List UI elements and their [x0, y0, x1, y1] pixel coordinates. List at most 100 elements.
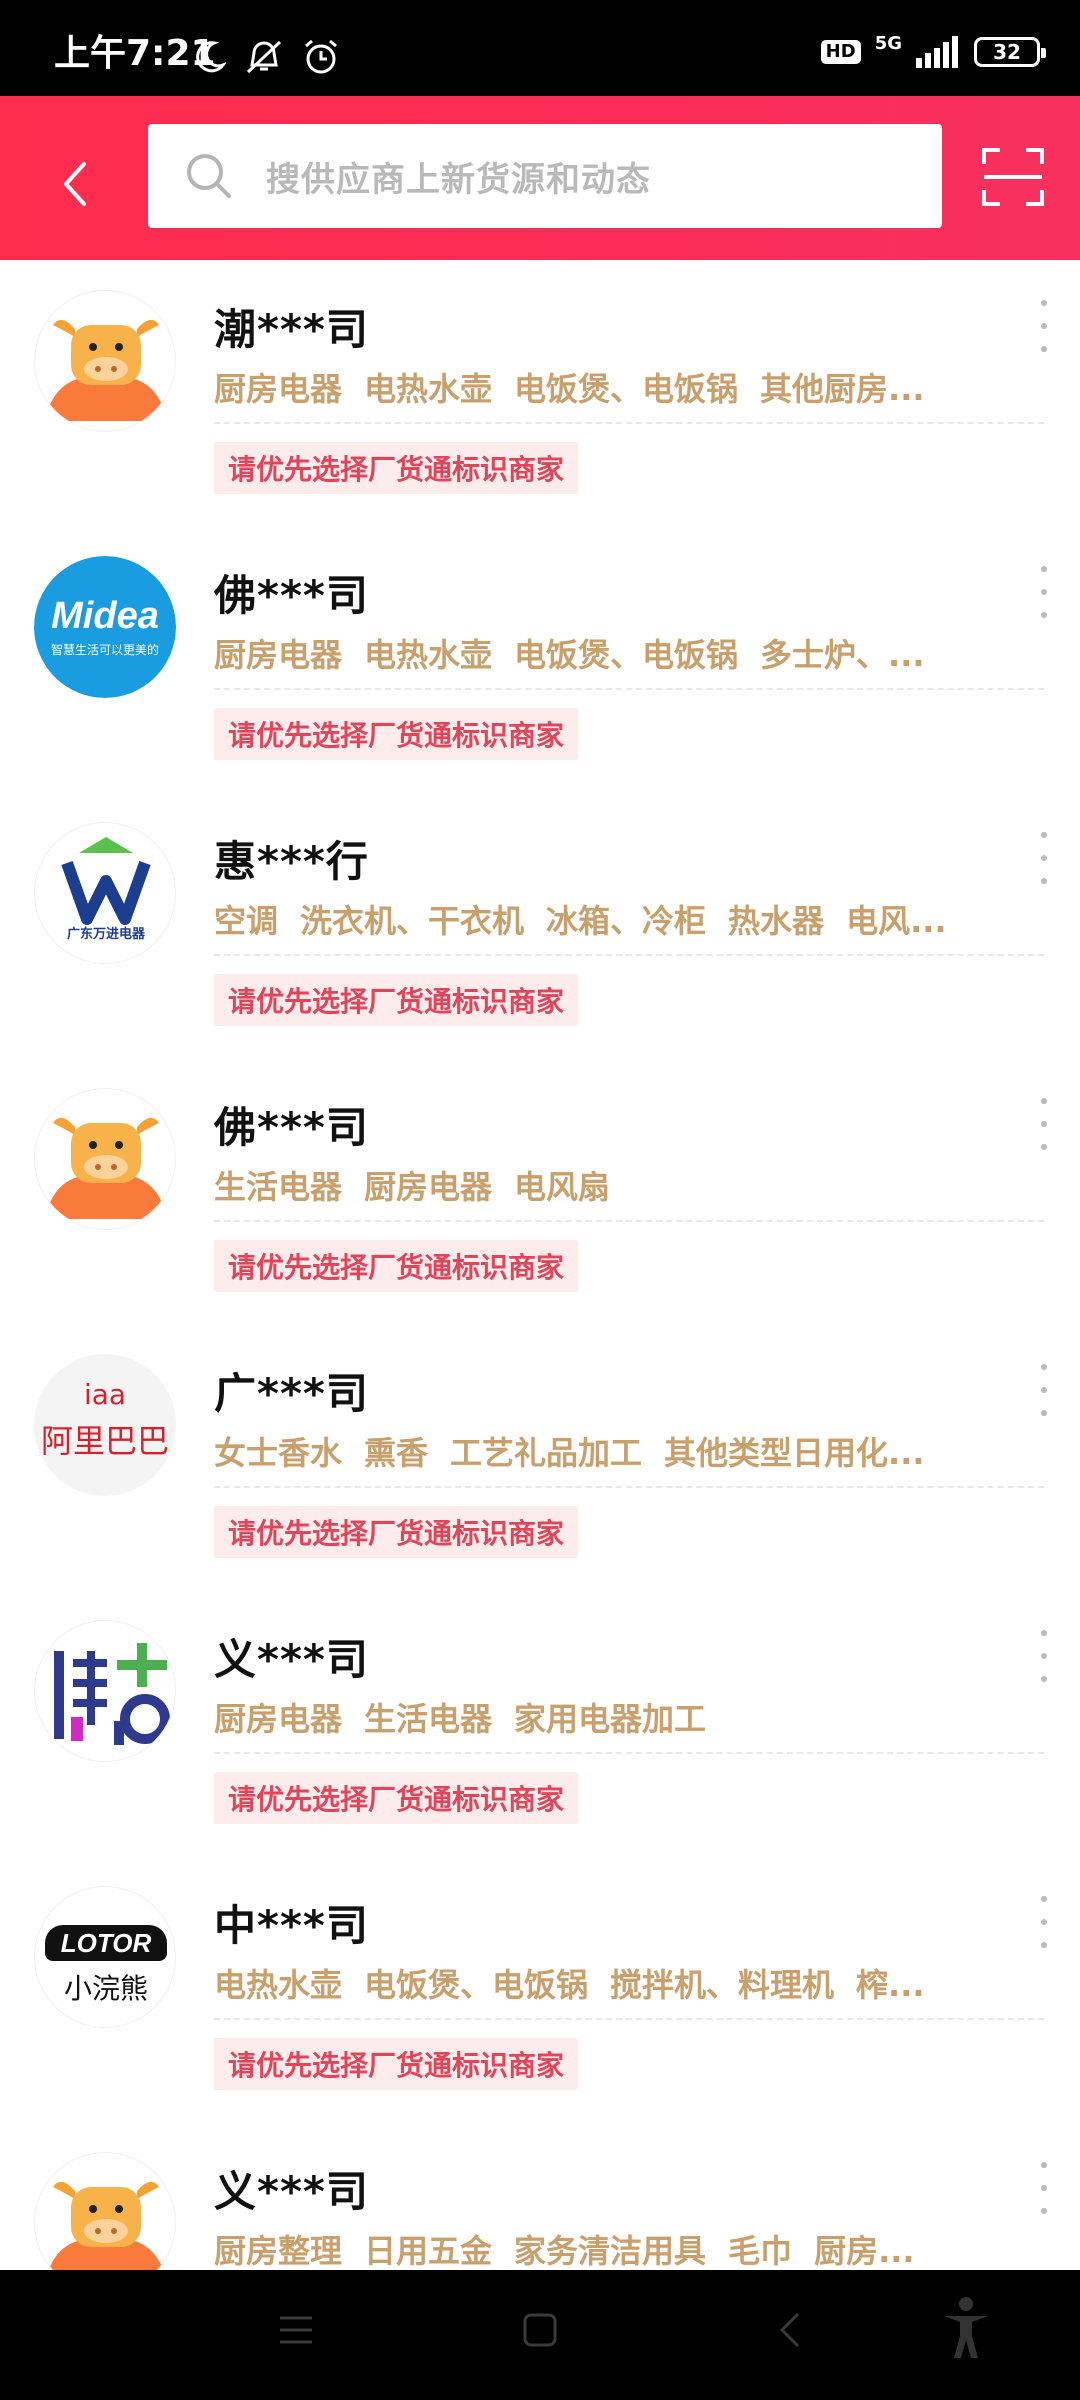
category-tag: 其他厨房...	[760, 370, 925, 408]
midea-slogan: 智慧生活可以更美的	[50, 642, 159, 657]
supplier-card[interactable]: 潮***司 厨房电器 电热水壶 电饭煲、电饭锅 其他厨房... 请优先选择厂货通…	[0, 260, 1080, 526]
category-tag: 榨...	[856, 1966, 925, 2004]
divider	[214, 688, 1044, 690]
avatar: 广东万进电器	[34, 822, 176, 964]
midea-logo-text: Midea	[51, 594, 159, 637]
status-bar: 上午7:21 HD 5G 32	[0, 0, 1080, 96]
recommend-tag: 请优先选择厂货通标识商家	[214, 1772, 579, 1824]
recommend-tag: 请优先选择厂货通标识商家	[214, 2038, 579, 2090]
category-tag: 电饭煲、电饭锅	[364, 1966, 589, 2004]
company-name[interactable]: 广***司	[214, 1360, 369, 1421]
cow-avatar-icon	[45, 319, 167, 421]
midea-logo: Midea 智慧生活可以更美的	[34, 556, 176, 698]
divider	[214, 954, 1044, 956]
more-icon[interactable]	[1036, 1896, 1052, 1948]
recommend-tag: 请优先选择厂货通标识商家	[214, 974, 579, 1026]
supplier-card[interactable]: 义***司 厨房电器 生活电器 家用电器加工 请优先选择厂货通标识商家	[0, 1590, 1080, 1856]
more-icon[interactable]	[1036, 1098, 1052, 1150]
category-tag: 电热水壶	[364, 370, 493, 408]
accessibility-button[interactable]	[940, 2296, 992, 2364]
category-tag: 家务清洁用具	[514, 2232, 707, 2270]
back-button[interactable]	[44, 144, 104, 224]
bogu-logo-icon	[45, 1641, 170, 1745]
lotor-logo-text: LOTOR	[60, 1927, 152, 1958]
category-list: 厨房电器 电热水壶 电饭煲、电饭锅 多士炉、...	[214, 630, 944, 676]
category-tag: 电饭煲、电饭锅	[514, 636, 739, 674]
mute-icon	[246, 40, 282, 74]
cow-avatar-icon	[45, 1117, 167, 1219]
company-name[interactable]: 佛***司	[214, 562, 369, 623]
divider	[214, 1220, 1044, 1222]
lotor-logo: LOTOR	[45, 1925, 167, 1961]
more-icon[interactable]	[1036, 1364, 1052, 1416]
status-time: 上午7:21	[54, 33, 216, 74]
back-triangle-icon	[779, 2312, 800, 2348]
avatar: iaa 阿里巴巴	[34, 1354, 176, 1496]
supplier-card[interactable]: 义***司 厨房整理 日用五金 家务清洁用具 毛巾 厨房...	[0, 2122, 1080, 2270]
category-tag: 厨房电器	[214, 370, 343, 408]
header-bar: 搜供应商上新货源和动态	[0, 96, 1080, 260]
recommend-tag: 请优先选择厂货通标识商家	[214, 1506, 579, 1558]
signal-icon	[916, 36, 958, 68]
supplier-card[interactable]: Midea 智慧生活可以更美的 佛***司 厨房电器 电热水壶 电饭煲、电饭锅 …	[0, 526, 1080, 792]
more-icon[interactable]	[1036, 1630, 1052, 1682]
company-name[interactable]: 中***司	[214, 1892, 369, 1953]
company-name[interactable]: 义***司	[214, 2158, 369, 2219]
avatar	[34, 1620, 176, 1762]
back-nav-button[interactable]	[776, 2310, 804, 2354]
chevron-left-icon	[64, 162, 86, 206]
category-list: 厨房整理 日用五金 家务清洁用具 毛巾 厨房...	[214, 2226, 944, 2270]
category-list: 生活电器 厨房电器 电风扇	[214, 1162, 944, 1208]
avatar: Midea 智慧生活可以更美的	[34, 556, 176, 698]
category-tag: 厨房电器	[214, 1700, 343, 1738]
category-tag: 生活电器	[364, 1700, 493, 1738]
category-list: 厨房电器 电热水壶 电饭煲、电饭锅 其他厨房...	[214, 364, 944, 410]
category-tag: 其他类型日用化...	[664, 1434, 925, 1472]
more-icon[interactable]	[1036, 566, 1052, 618]
category-tag: 工艺礼品加工	[450, 1434, 643, 1472]
more-icon[interactable]	[1036, 2162, 1052, 2214]
cow-avatar-icon	[48, 2181, 164, 2270]
category-tag: 厨房...	[814, 2232, 915, 2270]
divider	[214, 1486, 1044, 1488]
alarm-icon	[305, 39, 337, 74]
scan-button[interactable]	[980, 144, 1046, 210]
wanjin-logo-text: 广东万进电器	[66, 927, 145, 942]
category-tag: 生活电器	[214, 1168, 343, 1206]
status-icons-left	[194, 38, 340, 76]
more-icon[interactable]	[1036, 832, 1052, 884]
avatar: LOTOR 小浣熊	[34, 1886, 176, 2028]
company-name[interactable]: 潮***司	[214, 296, 369, 357]
company-name[interactable]: 惠***行	[214, 828, 369, 889]
hd-badge: HD	[820, 40, 861, 64]
supplier-card[interactable]: LOTOR 小浣熊 中***司 电热水壶 电饭煲、电饭锅 搅拌机、料理机 榨..…	[0, 1856, 1080, 2122]
supplier-card[interactable]: 广东万进电器 惠***行 空调 洗衣机、干衣机 冰箱、冷柜 热水器 电风... …	[0, 792, 1080, 1058]
category-tag: 厨房整理	[214, 2232, 343, 2270]
more-icon[interactable]	[1036, 300, 1052, 352]
wanjin-logo-icon	[61, 837, 151, 925]
divider	[214, 422, 1044, 424]
moon-icon	[196, 41, 226, 73]
category-tag: 洗衣机、干衣机	[300, 902, 525, 940]
search-input[interactable]: 搜供应商上新货源和动态	[148, 124, 942, 228]
company-name[interactable]: 义***司	[214, 1626, 369, 1687]
menu-icon	[280, 2316, 312, 2344]
company-name[interactable]: 佛***司	[214, 1094, 369, 1155]
menu-button[interactable]	[278, 2310, 314, 2354]
search-icon	[187, 154, 231, 198]
category-tag: 热水器	[728, 902, 825, 940]
supplier-card[interactable]: 佛***司 生活电器 厨房电器 电风扇 请优先选择厂货通标识商家	[0, 1058, 1080, 1324]
system-nav-bar	[0, 2270, 1080, 2400]
category-tag: 电风扇	[514, 1168, 611, 1206]
home-button[interactable]	[522, 2310, 558, 2354]
category-tag: 冰箱、冷柜	[546, 902, 707, 940]
category-tag: 空调	[214, 902, 279, 940]
alibaba-logo-sub: 阿里巴巴	[40, 1422, 169, 1460]
category-list: 女士香水 熏香 工艺礼品加工 其他类型日用化...	[214, 1428, 944, 1474]
supplier-card[interactable]: iaa 阿里巴巴 广***司 女士香水 熏香 工艺礼品加工 其他类型日用化...…	[0, 1324, 1080, 1590]
scan-icon	[982, 148, 1044, 206]
recommend-tag: 请优先选择厂货通标识商家	[214, 442, 579, 494]
category-tag: 日用五金	[364, 2232, 493, 2270]
category-tag: 多士炉、...	[760, 636, 925, 674]
category-tag: 女士香水	[214, 1434, 343, 1472]
